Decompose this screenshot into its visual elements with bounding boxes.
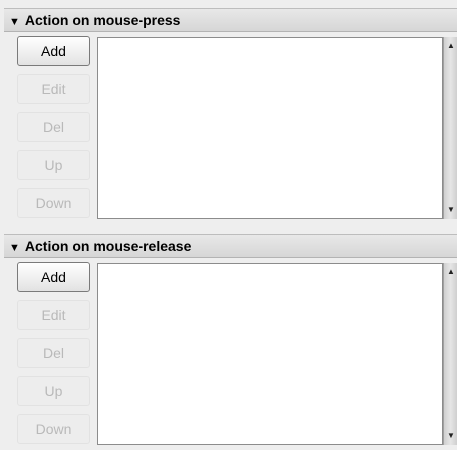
press-action-list[interactable] — [97, 37, 443, 219]
press-list-scrollbar[interactable]: ▲ ▼ — [443, 37, 457, 219]
release-up-button[interactable]: Up — [17, 376, 90, 406]
press-down-button[interactable]: Down — [17, 188, 90, 218]
release-edit-button[interactable]: Edit — [17, 300, 90, 330]
collapse-triangle-icon[interactable]: ▼ — [9, 237, 20, 259]
mouse-release-section-header[interactable]: ▼ Action on mouse-release — [4, 234, 457, 258]
release-delete-button[interactable]: Del — [17, 338, 90, 368]
release-add-button[interactable]: Add — [17, 262, 90, 292]
mouse-press-action-panel: ▼ Action on mouse-press Add Edit Del Up D… — [0, 8, 457, 229]
scroll-up-arrow-icon[interactable]: ▲ — [445, 265, 457, 279]
mouse-release-section-title: Action on mouse-release — [24, 238, 192, 254]
press-up-button[interactable]: Up — [17, 150, 90, 180]
collapse-triangle-icon[interactable]: ▼ — [9, 11, 20, 33]
scroll-up-arrow-icon[interactable]: ▲ — [445, 39, 457, 53]
release-action-list[interactable] — [97, 263, 443, 445]
mouse-press-section-header[interactable]: ▼ Action on mouse-press — [4, 8, 457, 32]
mouse-press-section-title: Action on mouse-press — [24, 12, 181, 28]
release-list-scrollbar[interactable]: ▲ ▼ — [443, 263, 457, 445]
release-down-button[interactable]: Down — [17, 414, 90, 444]
press-add-button[interactable]: Add — [17, 36, 90, 66]
press-delete-button[interactable]: Del — [17, 112, 90, 142]
scroll-down-arrow-icon[interactable]: ▼ — [445, 429, 457, 443]
press-edit-button[interactable]: Edit — [17, 74, 90, 104]
mouse-release-action-panel: ▼ Action on mouse-release Add Edit Del Up… — [0, 234, 457, 450]
scroll-down-arrow-icon[interactable]: ▼ — [445, 203, 457, 217]
